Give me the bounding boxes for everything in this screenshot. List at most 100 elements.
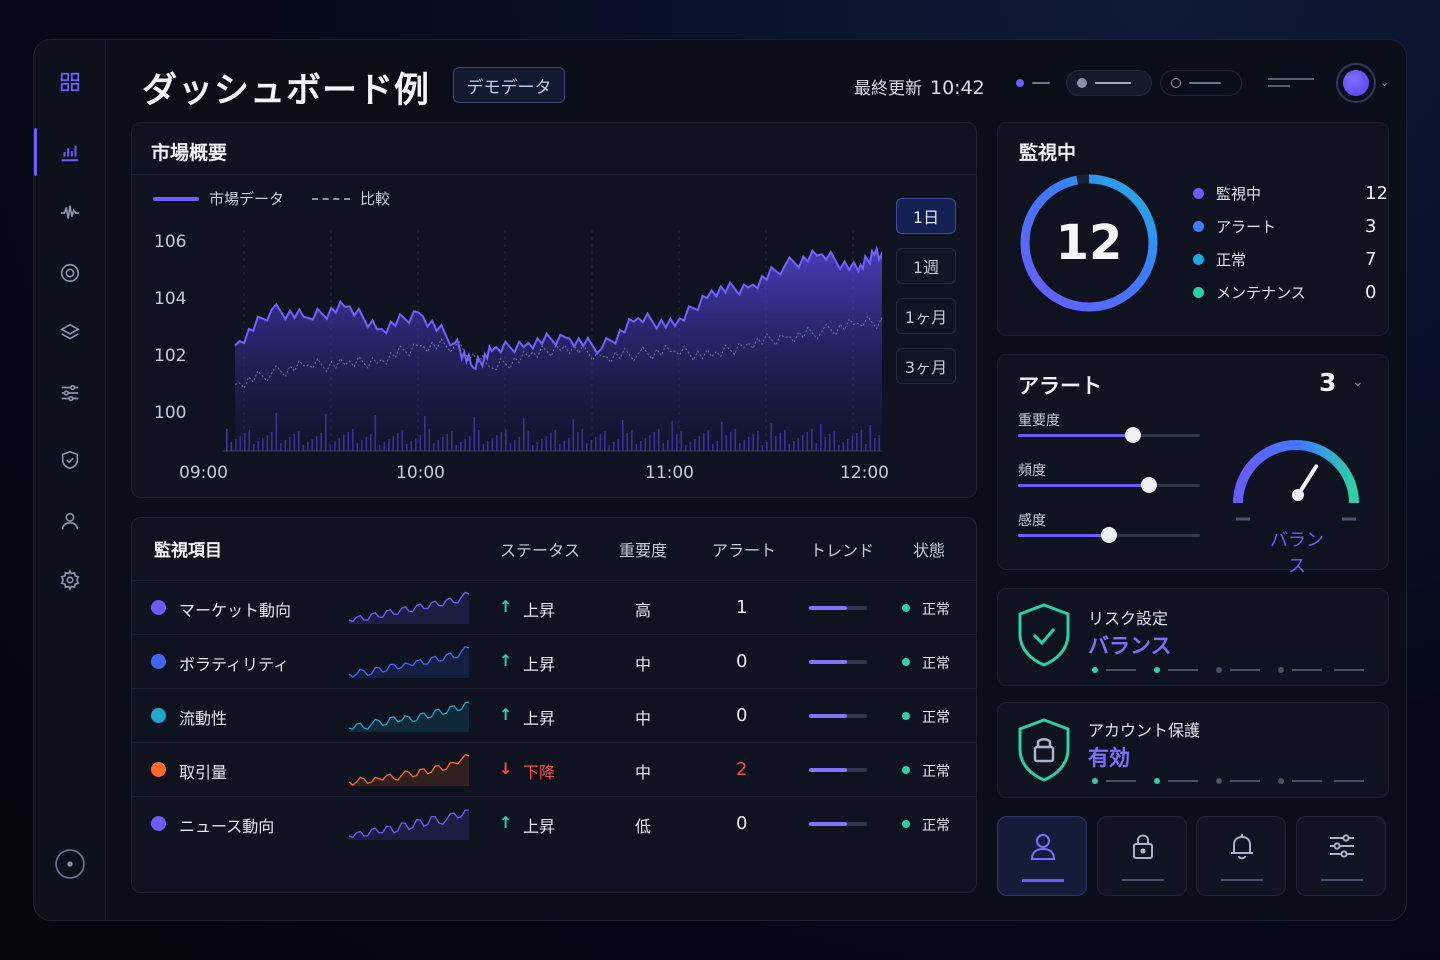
row-color-dot <box>151 708 166 723</box>
row-trend-bar <box>809 660 867 664</box>
page-title: ダッシュボード例 <box>142 71 431 111</box>
row-state-dot <box>902 712 910 720</box>
row-name: マーケット動向 <box>179 601 292 620</box>
slider-fill <box>1018 484 1150 487</box>
slider-knob[interactable] <box>1141 477 1158 493</box>
table-row[interactable]: ボラティリティ ↑ 上昇 中 0 正常 <box>131 634 977 688</box>
sidebar-item-dashboard[interactable] <box>48 62 92 102</box>
sidebar-item-layers[interactable] <box>48 313 92 353</box>
row-trend-bar <box>809 822 867 826</box>
avatar[interactable] <box>1336 63 1376 103</box>
row-importance: 中 <box>635 655 652 674</box>
sidebar-item-activity[interactable] <box>48 193 92 233</box>
status-indicator-3[interactable] <box>1160 70 1242 96</box>
row-importance: 高 <box>635 601 652 620</box>
col-alerts[interactable]: アラート <box>712 537 776 561</box>
monitor-legend-label: 監視中 <box>1216 185 1262 203</box>
row-color-dot <box>151 654 166 669</box>
risk-setting-title: リスク設定 <box>1088 609 1169 628</box>
sidebar-item-compass[interactable] <box>48 844 92 884</box>
alert-chevron-down-icon[interactable]: ⌄ <box>1352 374 1364 390</box>
table-row[interactable]: ニュース動向 ↑ 上昇 低 0 正常 <box>131 796 977 850</box>
slider-track[interactable] <box>1018 477 1200 493</box>
row-importance: 低 <box>635 817 652 836</box>
range-1d-button[interactable]: 1日 <box>896 198 956 234</box>
sidebar <box>34 40 106 920</box>
monitor-legend-dot <box>1193 287 1204 298</box>
table-row[interactable]: マーケット動向 ↑ 上昇 高 1 正常 <box>131 580 977 634</box>
row-alert-count: 0 <box>736 651 748 672</box>
series-area-market <box>235 248 882 451</box>
row-status: 下降 <box>523 763 556 782</box>
row-state: 正常 <box>922 710 950 726</box>
range-1m-button[interactable]: 1ヶ月 <box>896 298 956 334</box>
row-trend-arrow: ↑ <box>499 651 513 670</box>
gauge-label: バランス <box>1270 530 1324 577</box>
row-trend-arrow: ↑ <box>499 705 513 724</box>
monitor-legend-item: 正常 7 <box>1193 249 1376 270</box>
status-indicator-2[interactable] <box>1066 70 1152 96</box>
market-overview-title: 市場概要 <box>151 142 228 164</box>
monitor-legend-dot <box>1193 221 1204 232</box>
col-state[interactable]: 状態 <box>913 537 945 561</box>
last-updated-time: 10:42 <box>930 77 985 99</box>
monitor-legend-value: 0 <box>1365 282 1377 303</box>
range-1w-button[interactable]: 1週 <box>896 248 956 284</box>
sidebar-item-target[interactable] <box>48 253 92 293</box>
last-updated: 最終更新 10:42 <box>854 74 985 99</box>
row-trend-bar <box>809 768 867 772</box>
app-window: ダッシュボード例 デモデータ 最終更新 10:42 ⌄ 市場概要 市場データ 比較… <box>33 39 1407 921</box>
layers-icon <box>60 323 80 340</box>
market-chart <box>222 230 882 452</box>
status-dash <box>1095 82 1131 84</box>
grid-icon <box>60 72 80 92</box>
sidebar-item-settings[interactable] <box>48 560 92 600</box>
y-tick: 102 <box>154 346 187 366</box>
sidebar-item-security[interactable] <box>48 440 92 480</box>
slider-track[interactable] <box>1018 427 1200 443</box>
slider-knob[interactable] <box>1101 527 1117 543</box>
sidebar-item-user[interactable] <box>48 501 92 541</box>
row-sparkline <box>348 591 470 624</box>
chevron-down-icon[interactable]: ⌄ <box>1380 76 1389 89</box>
col-status[interactable]: ステータス <box>500 537 580 561</box>
row-color-dot <box>151 816 166 831</box>
row-state: 正常 <box>922 818 950 834</box>
bottom-nav-bell-button[interactable] <box>1196 816 1286 896</box>
sidebar-item-charts[interactable] <box>48 132 92 172</box>
row-trend-bar <box>809 606 867 610</box>
range-3m-button[interactable]: 3ヶ月 <box>896 348 956 384</box>
menu-lines-icon[interactable] <box>1268 78 1314 87</box>
risk-setting-steps <box>1092 667 1364 673</box>
slider-fill <box>1018 534 1109 537</box>
status-indicator-1[interactable] <box>1006 70 1060 96</box>
monitor-legend-item: メンテナンス 0 <box>1193 282 1376 303</box>
bottom-nav-lock-button[interactable] <box>1097 816 1187 896</box>
bottom-nav-sliders-button[interactable] <box>1296 816 1386 896</box>
row-name: ニュース動向 <box>179 817 275 836</box>
table-row[interactable]: 流動性 ↑ 上昇 中 0 正常 <box>131 688 977 742</box>
sidebar-item-filters[interactable] <box>48 373 92 413</box>
shield-lock-icon <box>1018 718 1070 782</box>
balance-gauge <box>1233 440 1359 521</box>
user-icon <box>61 512 79 530</box>
monitor-legend-value: 12 <box>1365 183 1388 204</box>
monitor-legend-value: 3 <box>1365 216 1377 237</box>
row-alert-count: 1 <box>736 597 748 618</box>
row-status: 上昇 <box>523 709 556 728</box>
row-alert-count: 2 <box>736 759 748 780</box>
monitor-legend-item: 監視中 12 <box>1193 183 1388 204</box>
row-alert-count: 0 <box>736 705 748 726</box>
x-tick: 12:00 <box>840 463 889 483</box>
row-status: 上昇 <box>523 601 556 620</box>
table-row[interactable]: 取引量 ↓ 下降 中 2 正常 <box>131 742 977 796</box>
volume-bar <box>230 442 233 451</box>
slider-track[interactable] <box>1018 527 1200 543</box>
row-color-dot <box>151 762 166 777</box>
monitor-legend-label: アラート <box>1216 218 1277 236</box>
bottom-nav-user-button[interactable] <box>997 816 1087 896</box>
y-tick: 100 <box>154 403 187 423</box>
col-importance[interactable]: 重要度 <box>619 537 667 561</box>
col-trend[interactable]: トレンド <box>810 537 874 561</box>
slider-knob[interactable] <box>1124 427 1141 443</box>
